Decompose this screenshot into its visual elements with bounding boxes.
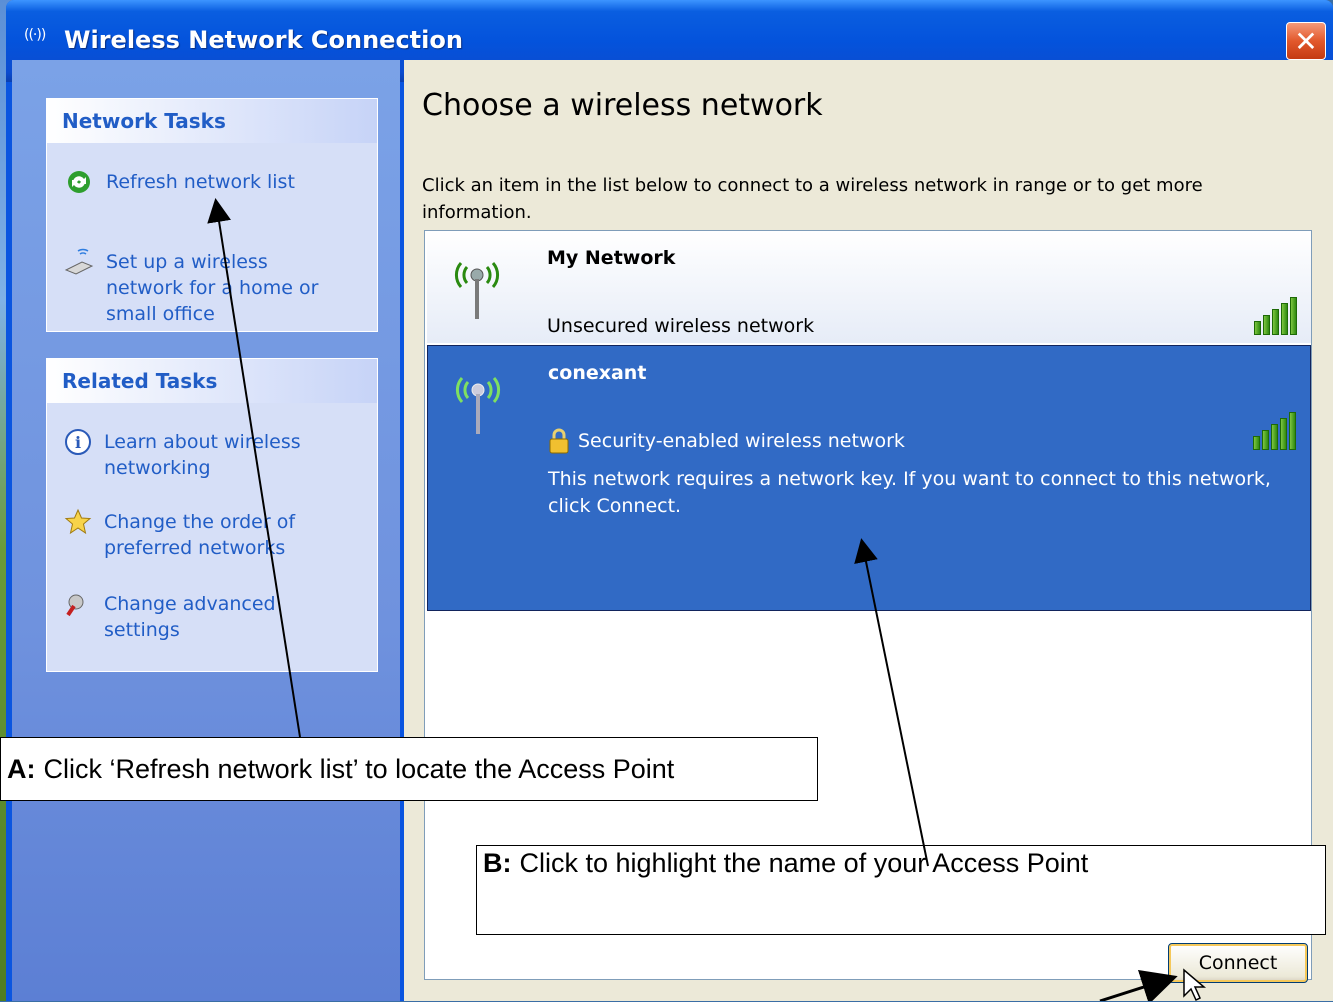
annotation-arrows bbox=[207, 198, 1178, 1001]
arrow-b bbox=[854, 538, 929, 867]
arrow-connect bbox=[1099, 969, 1178, 1001]
mouse-cursor-icon bbox=[1183, 968, 1207, 1002]
arrow-a bbox=[207, 198, 301, 738]
